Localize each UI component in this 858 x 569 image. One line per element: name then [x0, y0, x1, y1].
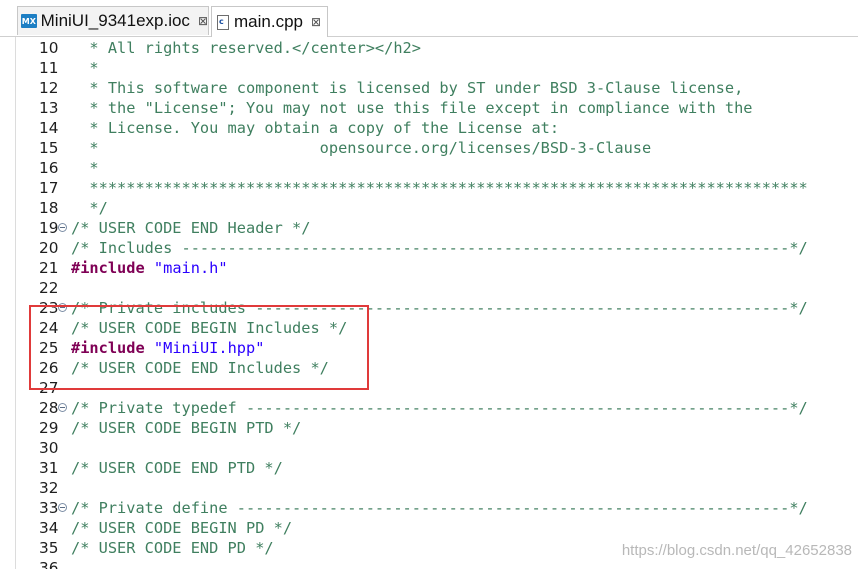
- line-number: 35: [39, 539, 59, 557]
- code-line[interactable]: 12 * This software component is licensed…: [0, 78, 858, 98]
- code-line[interactable]: 19 /* USER CODE END Header */: [0, 218, 858, 238]
- code-line[interactable]: 20 /* Includes --------------------------…: [0, 238, 858, 258]
- comment-token: /* Private typedef ---------------------…: [71, 399, 808, 417]
- code-editor[interactable]: 10 * All rights reserved.</center></h2> 1…: [0, 37, 858, 569]
- fold-toggle-icon[interactable]: [58, 403, 67, 412]
- comment-token: */: [71, 199, 108, 217]
- code-line[interactable]: 30: [0, 438, 858, 458]
- line-number: 30: [39, 439, 59, 457]
- code-text: /* USER CODE END Header */: [71, 218, 310, 238]
- editor-tab-bar: MX MiniUI_9341exp.ioc ⊠ c main.cpp ⊠: [0, 0, 858, 37]
- c-source-file-icon: c: [217, 14, 229, 30]
- watermark-text: https://blog.csdn.net/qq_42652838: [621, 542, 852, 559]
- code-text: * opensource.org/licenses/BSD-3-Clause: [71, 138, 651, 158]
- code-text: /* USER CODE BEGIN PTD */: [71, 418, 301, 438]
- comment-token: * All rights reserved.</center></h2>: [71, 39, 421, 57]
- comment-token: * This software component is licensed by…: [71, 79, 744, 97]
- line-number: 18: [39, 199, 59, 217]
- code-text: /* Private define ----------------------…: [71, 498, 808, 518]
- code-line[interactable]: 21 #include "main.h": [0, 258, 858, 278]
- code-line[interactable]: 14 * License. You may obtain a copy of t…: [0, 118, 858, 138]
- line-number: 21: [39, 259, 59, 277]
- line-number: 29: [39, 419, 59, 437]
- line-number: 33: [39, 499, 59, 517]
- tab-main-cpp[interactable]: c main.cpp ⊠: [211, 6, 328, 37]
- code-line[interactable]: 36: [0, 558, 858, 569]
- comment-token: *: [71, 159, 99, 177]
- tab-ioc-file-label: MiniUI_9341exp.ioc: [40, 11, 190, 30]
- comment-token: [145, 259, 154, 277]
- code-line[interactable]: 16 *: [0, 158, 858, 178]
- line-number: 16: [39, 159, 59, 177]
- code-text: ****************************************…: [71, 178, 808, 198]
- code-line[interactable]: 34 /* USER CODE BEGIN PD */: [0, 518, 858, 538]
- comment-token: * opensource.org/licenses/BSD-3-Clause: [71, 139, 652, 157]
- code-text: *: [71, 158, 99, 178]
- code-text: /* Includes ----------------------------…: [71, 238, 808, 258]
- comment-token: /* USER CODE BEGIN PD */: [71, 519, 293, 537]
- comment-token: * the "License"; You may not use this fi…: [71, 99, 753, 117]
- comment-token: /* Includes ----------------------------…: [71, 239, 808, 257]
- code-line[interactable]: 18 */: [0, 198, 858, 218]
- line-number: 36: [39, 559, 59, 569]
- code-text: *: [71, 58, 99, 78]
- line-number: 22: [39, 279, 59, 297]
- comment-token: /* USER CODE END Header */: [71, 219, 311, 237]
- code-text: * License. You may obtain a copy of the …: [71, 118, 559, 138]
- line-number: 14: [39, 119, 59, 137]
- line-number: 28: [39, 399, 59, 417]
- line-number: 10: [39, 39, 59, 57]
- code-text: /* Private typedef ---------------------…: [71, 398, 808, 418]
- line-number: 32: [39, 479, 59, 497]
- tab-close-icon[interactable]: ⊠: [311, 15, 321, 29]
- code-line[interactable]: 28 /* Private typedef -------------------…: [0, 398, 858, 418]
- code-text: * This software component is licensed by…: [71, 78, 743, 98]
- code-text: * All rights reserved.</center></h2>: [71, 38, 421, 58]
- code-text: */: [71, 198, 108, 218]
- code-line[interactable]: 15 * opensource.org/licenses/BSD-3-Claus…: [0, 138, 858, 158]
- line-number: 12: [39, 79, 59, 97]
- comment-token: ****************************************…: [71, 179, 808, 197]
- code-line[interactable]: 17 *************************************…: [0, 178, 858, 198]
- code-line[interactable]: 22: [0, 278, 858, 298]
- line-number: 31: [39, 459, 59, 477]
- line-number: 19: [39, 219, 59, 237]
- line-number: 17: [39, 179, 59, 197]
- line-number: 20: [39, 239, 59, 257]
- tab-close-icon[interactable]: ⊠: [198, 14, 208, 28]
- comment-token: /* Private define ----------------------…: [71, 499, 808, 517]
- code-text: * the "License"; You may not use this fi…: [71, 98, 753, 118]
- line-number: 13: [39, 99, 59, 117]
- code-line[interactable]: 13 * the "License"; You may not use this…: [0, 98, 858, 118]
- code-line[interactable]: 32: [0, 478, 858, 498]
- fold-toggle-icon[interactable]: [58, 223, 67, 232]
- code-line[interactable]: 10 * All rights reserved.</center></h2>: [0, 38, 858, 58]
- fold-toggle-icon[interactable]: [58, 503, 67, 512]
- keyword-token: #include: [71, 259, 145, 277]
- code-text: /* USER CODE END PD */: [71, 538, 274, 558]
- line-number: 34: [39, 519, 59, 537]
- code-line[interactable]: 11 *: [0, 58, 858, 78]
- line-number: 11: [39, 59, 59, 77]
- comment-token: /* USER CODE END PTD */: [71, 459, 283, 477]
- line-number: 15: [39, 139, 59, 157]
- code-line[interactable]: 33 /* Private define --------------------…: [0, 498, 858, 518]
- tab-ioc-file[interactable]: MX MiniUI_9341exp.ioc ⊠: [17, 6, 209, 35]
- comment-token: * License. You may obtain a copy of the …: [71, 119, 560, 137]
- code-text: #include "main.h": [71, 258, 228, 278]
- comment-token: /* USER CODE END PD */: [71, 539, 274, 557]
- tab-main-cpp-label: main.cpp: [234, 12, 303, 31]
- code-line[interactable]: 31 /* USER CODE END PTD */: [0, 458, 858, 478]
- code-text: /* USER CODE END PTD */: [71, 458, 283, 478]
- code-text: /* USER CODE BEGIN PD */: [71, 518, 292, 538]
- comment-token: *: [71, 59, 99, 77]
- annotation-highlight-box: [29, 305, 369, 390]
- cubemx-file-icon: MX: [21, 14, 37, 28]
- string-token: "main.h": [153, 259, 228, 277]
- code-line[interactable]: 29 /* USER CODE BEGIN PTD */: [0, 418, 858, 438]
- comment-token: /* USER CODE BEGIN PTD */: [71, 419, 302, 437]
